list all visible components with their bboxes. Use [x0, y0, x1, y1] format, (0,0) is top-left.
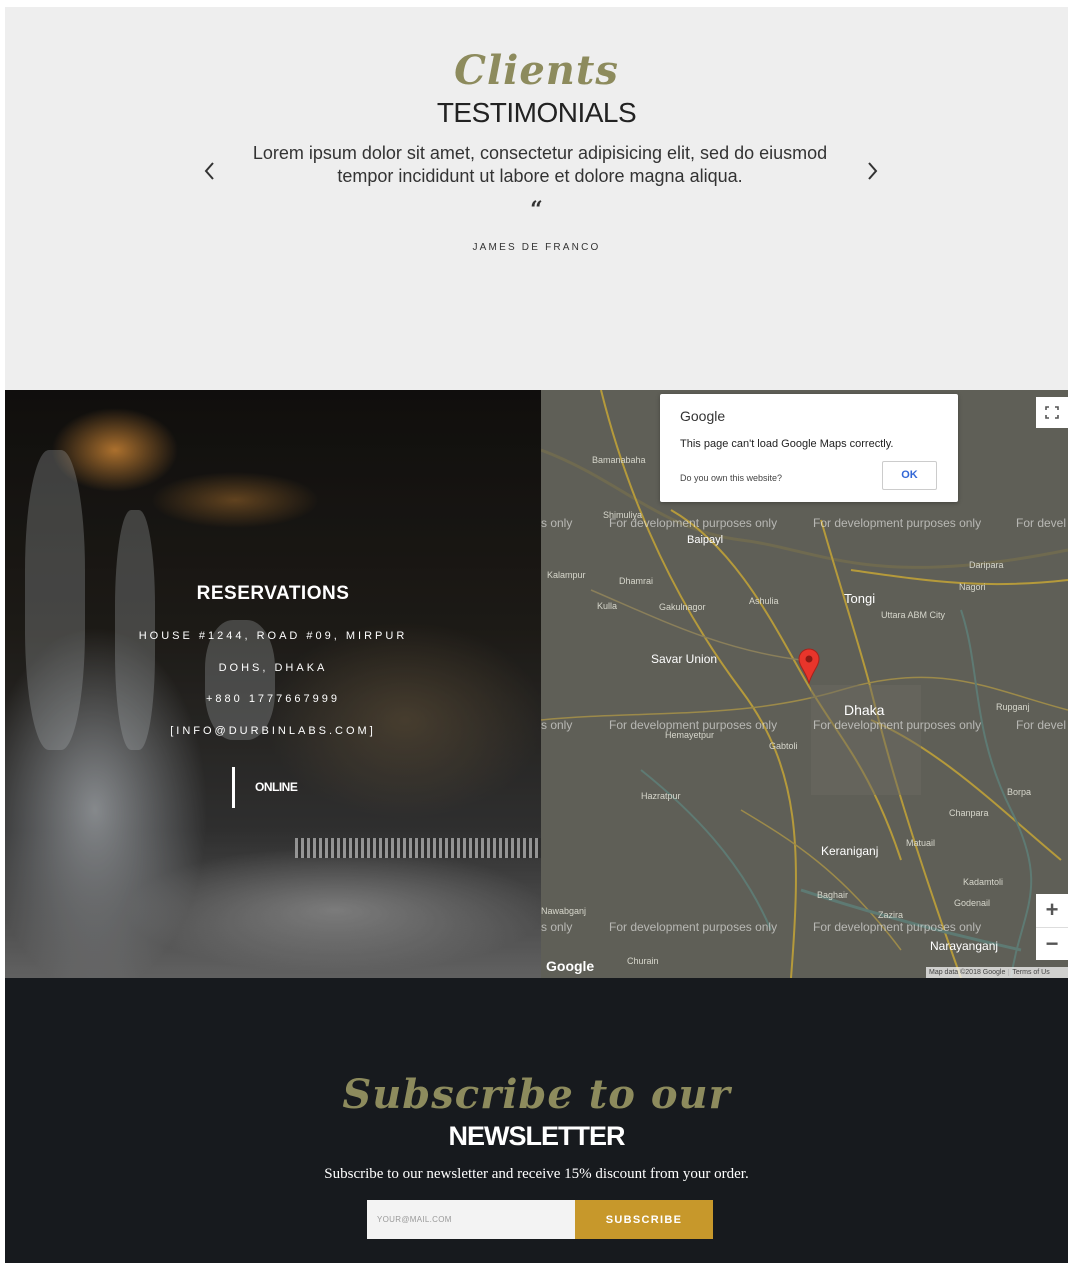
map-watermark: For development purposes only: [813, 516, 982, 530]
map-town-label: Bamanabaha: [592, 455, 646, 465]
map-town-label: Hemayetpur: [665, 730, 715, 740]
chevron-left-icon: [204, 162, 214, 180]
map-data-credit: Map data ©2018 Google: [929, 969, 1006, 976]
map-pin-icon[interactable]: [798, 648, 820, 685]
map-fullscreen-button[interactable]: [1036, 397, 1068, 428]
map-town-label: Chanpara: [949, 808, 989, 818]
map-attribution: Map data ©2018 Google Terms of Us: [926, 967, 1068, 978]
google-logo: Google: [546, 958, 595, 974]
chevron-right-icon: [868, 162, 878, 180]
newsletter-description: Subscribe to our newsletter and receive …: [324, 1166, 749, 1182]
quote-mark-icon: “: [530, 197, 543, 223]
map-town-label: Nawabganj: [541, 906, 587, 916]
map-panel[interactable]: s only For development purposes only For…: [541, 390, 1068, 978]
image-overlay: [5, 390, 541, 978]
map-city-label: Narayanganj: [930, 939, 999, 953]
map-town-label: Zazira: [878, 910, 904, 920]
map-town-label: Gabtoli: [769, 741, 798, 751]
map-watermark: For development purposes only: [813, 718, 982, 732]
map-city-label: Keraniganj: [821, 844, 879, 858]
map-town-label: Daripara: [969, 560, 1004, 570]
map-town-label: Ashulia: [749, 596, 779, 606]
map-town-label: Rupganj: [996, 702, 1030, 712]
map-watermark: For development purposes only: [609, 920, 778, 934]
online-reservation-link[interactable]: ONLINE: [232, 767, 322, 808]
testimonials-heading: TESTIMONIALS: [436, 97, 637, 128]
testimonials-script-title: Clients: [454, 47, 619, 94]
testimonial-author: JAMES DE FRANCO: [472, 242, 601, 253]
newsletter-script-title: Subscribe to our: [342, 1071, 731, 1118]
fullscreen-icon: [1045, 406, 1059, 419]
newsletter-email-input[interactable]: [367, 1200, 575, 1239]
map-city-label: Baipayl: [687, 534, 724, 546]
map-town-label: Gakulnagor: [659, 602, 706, 612]
testimonial-prev-button[interactable]: [198, 157, 222, 185]
map-town-label: Kadamtoli: [963, 877, 1004, 887]
google-brand-label: Google: [680, 408, 726, 424]
map-city-label: Tongi: [844, 591, 876, 606]
map-watermark: For devel: [1016, 718, 1067, 732]
map-watermark: s only: [541, 718, 573, 732]
map-town-label: Dhamrai: [619, 576, 654, 586]
map-city-label: Savar Union: [651, 652, 718, 666]
map-town-label: Kulla: [597, 601, 618, 611]
map-town-label: Hazratpur: [641, 791, 681, 801]
zoom-out-button[interactable]: −: [1036, 927, 1068, 960]
map-town-label: Matuail: [906, 838, 936, 848]
map-town-label: Uttara ABM City: [881, 610, 946, 620]
zoom-in-button[interactable]: +: [1036, 894, 1068, 927]
map-watermark: s only: [541, 920, 573, 934]
map-watermark: s only: [541, 516, 573, 530]
phone-number: +880 1777667999: [205, 693, 340, 705]
map-own-website-question: Do you own this website?: [680, 473, 783, 483]
map-town-label: Godenail: [954, 898, 991, 908]
map-town-label: Borpa: [1007, 787, 1032, 797]
map-town-label: Baghair: [817, 890, 849, 900]
map-error-dialog: Google This page can't load Google Maps …: [660, 394, 958, 502]
map-dialog-ok-button[interactable]: OK: [882, 461, 937, 490]
reservations-title: RESERVATIONS: [196, 583, 350, 604]
testimonial-quote: Lorem ipsum dolor sit amet, consectetur …: [252, 143, 828, 186]
email-address: [INFO@DURBINLABS.COM]: [170, 725, 376, 737]
map-town-label: Kalampur: [547, 570, 586, 580]
map-terms-link[interactable]: Terms of Us: [1008, 969, 1053, 976]
map-watermark: For devel: [1016, 516, 1067, 530]
reservations-panel: RESERVATIONS HOUSE #1244, ROAD #09, MIRP…: [5, 390, 541, 978]
map-zoom-control: + −: [1036, 894, 1068, 960]
newsletter-heading: NEWSLETTER: [448, 1121, 626, 1151]
subscribe-button[interactable]: SUBSCRIBE: [575, 1200, 713, 1239]
testimonial-next-button[interactable]: [860, 157, 884, 185]
address-line-2: DOHS, DHAKA: [218, 662, 328, 674]
map-city-label: Dhaka: [844, 702, 885, 718]
map-watermark: For development purposes only: [813, 920, 982, 934]
map-town-label: Shimuliya: [603, 510, 643, 520]
map-town-label: Churain: [627, 956, 659, 966]
map-error-message: This page can't load Google Maps correct…: [680, 438, 894, 450]
newsletter-section: Subscribe to our NEWSLETTER Subscribe to…: [5, 978, 1068, 1263]
address-line-1: HOUSE #1244, ROAD #09, MIRPUR: [138, 630, 408, 642]
testimonials-section: Clients TESTIMONIALS Lorem ipsum dolor s…: [5, 7, 1068, 390]
map-town-label: Nagori: [959, 582, 986, 592]
